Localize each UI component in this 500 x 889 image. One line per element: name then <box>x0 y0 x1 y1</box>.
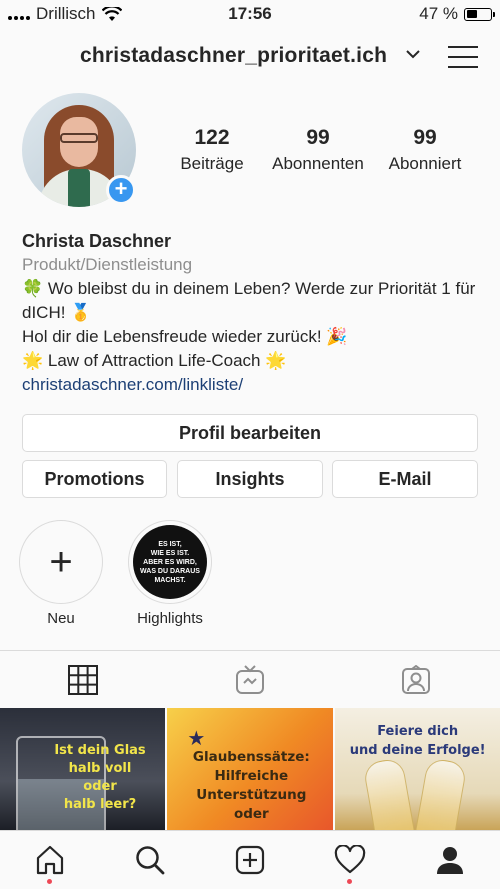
new-highlight-button[interactable]: + Neu <box>19 520 103 627</box>
heart-icon <box>334 845 366 874</box>
following-count-label: Abonniert <box>388 154 462 173</box>
bio-line: 🌟 Law of Attraction Life-Coach 🌟 <box>22 351 287 370</box>
bottom-navigation <box>0 830 500 889</box>
bio-link[interactable]: christadaschner.com/linkliste/ <box>22 373 492 397</box>
followers-count-label: Abonnenten <box>272 154 364 173</box>
profile-bio: Christa Daschner Produkt/Dienstleistung … <box>22 229 492 397</box>
tagged-person-icon <box>402 665 430 694</box>
plus-icon: + <box>49 540 73 584</box>
new-highlight-label: Neu <box>47 610 75 627</box>
nav-new-post[interactable] <box>233 843 267 877</box>
chevron-down-icon[interactable] <box>405 48 421 60</box>
highlight-label: Highlights <box>137 610 203 627</box>
status-bar: Drillisch 17:56 47 % <box>0 0 500 28</box>
email-button[interactable]: E-Mail <box>332 460 478 498</box>
nav-activity[interactable] <box>333 843 367 877</box>
tab-tagged[interactable] <box>399 663 433 697</box>
igtv-icon <box>236 665 264 694</box>
profile-icon <box>437 847 463 874</box>
menu-icon[interactable] <box>448 43 478 71</box>
highlight-cover: ES IST, WIE ES IST. ABER ES WIRD, WAS DU… <box>133 525 207 599</box>
bio-line: Hol dir die Lebensfreude wieder zurück! … <box>22 327 348 346</box>
bio-line: 🍀 Wo bleibst du in deinem Leben? Werde z… <box>22 279 476 322</box>
tab-grid[interactable] <box>66 663 100 697</box>
posts-grid: Ist dein Glas halb voll oder halb leer? … <box>0 708 500 830</box>
story-highlight[interactable]: ES IST, WIE ES IST. ABER ES WIRD, WAS DU… <box>128 520 212 627</box>
add-story-icon[interactable]: + <box>106 175 136 205</box>
followers-count-value: 99 <box>306 126 330 149</box>
posts-count-value: 122 <box>194 126 230 149</box>
post-thumbnail[interactable]: ★ Glaubenssätze: Hilfreiche Unterstützun… <box>167 708 333 830</box>
post-thumbnail[interactable]: Ist dein Glas halb voll oder halb leer? <box>0 708 166 830</box>
posts-count[interactable]: 122 Beiträge <box>157 126 267 174</box>
add-post-icon <box>235 845 265 875</box>
followers-count[interactable]: 99 Abonnenten <box>263 126 373 174</box>
nav-home[interactable] <box>33 843 67 877</box>
nav-profile[interactable] <box>433 843 467 877</box>
notification-dot <box>47 879 52 884</box>
post-thumbnail[interactable]: Feiere dich und deine Erfolge! <box>334 708 500 830</box>
battery-icon <box>464 7 495 21</box>
search-icon <box>136 846 165 875</box>
profile-avatar[interactable]: + <box>22 93 136 207</box>
username-switcher[interactable]: christadaschner_prioritaet.ich <box>80 44 387 68</box>
following-count[interactable]: 99 Abonniert <box>370 126 480 174</box>
tab-igtv[interactable] <box>233 663 267 697</box>
nav-search[interactable] <box>133 843 167 877</box>
grid-icon <box>68 665 98 695</box>
home-icon <box>36 845 64 875</box>
following-count-value: 99 <box>413 126 437 149</box>
profile-tabs <box>0 650 500 706</box>
promotions-button[interactable]: Promotions <box>22 460 167 498</box>
display-name: Christa Daschner <box>22 231 172 251</box>
notification-dot <box>347 879 352 884</box>
category-label: Produkt/Dienstleistung <box>22 255 193 274</box>
profile-header: christadaschner_prioritaet.ich <box>0 38 500 78</box>
insights-button[interactable]: Insights <box>177 460 323 498</box>
posts-count-label: Beiträge <box>180 154 244 173</box>
battery-percentage: 47 % <box>419 4 458 23</box>
edit-profile-button[interactable]: Profil bearbeiten <box>22 414 478 452</box>
